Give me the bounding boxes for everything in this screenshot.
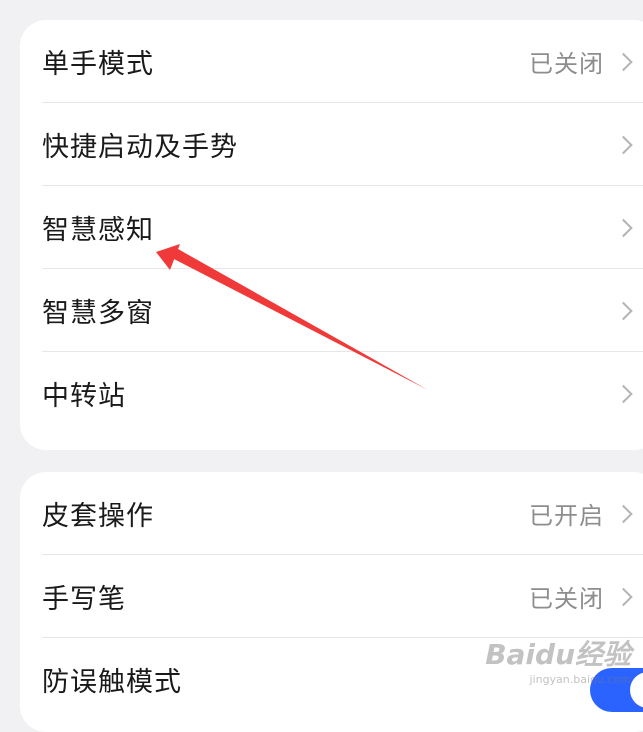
transfer-station-row[interactable]: 中转站 [20, 352, 643, 435]
smart-perception-label: 智慧感知 [42, 215, 154, 246]
chevron-right-icon [614, 301, 633, 320]
chevron-right-icon [614, 218, 633, 237]
toggle-knob [630, 672, 643, 708]
chevron-right-icon [614, 52, 633, 71]
baidu-watermark-logo: Baidu经验 [485, 638, 631, 671]
baidu-watermark: Baidu经验 jingyan.baidu.com [485, 633, 631, 686]
accidental-touch-label: 防误触模式 [42, 667, 182, 698]
smart-multiwindow-label: 智慧多窗 [42, 298, 154, 329]
cover-operation-status: 已开启 [529, 502, 604, 530]
quick-launch-gestures-row[interactable]: 快捷启动及手势 [20, 103, 643, 186]
one-handed-mode-row[interactable]: 单手模式 已关闭 [20, 20, 643, 103]
chevron-right-icon [614, 504, 633, 523]
transfer-station-label: 中转站 [42, 381, 126, 412]
smart-perception-row[interactable]: 智慧感知 [20, 186, 643, 269]
one-handed-mode-status: 已关闭 [529, 50, 604, 78]
settings-group-1: 单手模式 已关闭 快捷启动及手势 智慧感知 智慧多窗 中转站 [20, 20, 643, 450]
one-handed-mode-label: 单手模式 [42, 49, 154, 80]
cover-operation-row[interactable]: 皮套操作 已开启 [20, 472, 643, 555]
stylus-row[interactable]: 手写笔 已关闭 [20, 555, 643, 638]
stylus-status: 已关闭 [529, 585, 604, 613]
smart-multiwindow-row[interactable]: 智慧多窗 [20, 269, 643, 352]
cover-operation-label: 皮套操作 [42, 501, 154, 532]
settings-group-2: 皮套操作 已开启 手写笔 已关闭 防误触模式 [20, 472, 643, 732]
chevron-right-icon [614, 587, 633, 606]
chevron-right-icon [614, 384, 633, 403]
chevron-right-icon [614, 135, 633, 154]
stylus-label: 手写笔 [42, 584, 126, 615]
baidu-watermark-url: jingyan.baidu.com [529, 673, 631, 686]
quick-launch-gestures-label: 快捷启动及手势 [42, 132, 238, 163]
